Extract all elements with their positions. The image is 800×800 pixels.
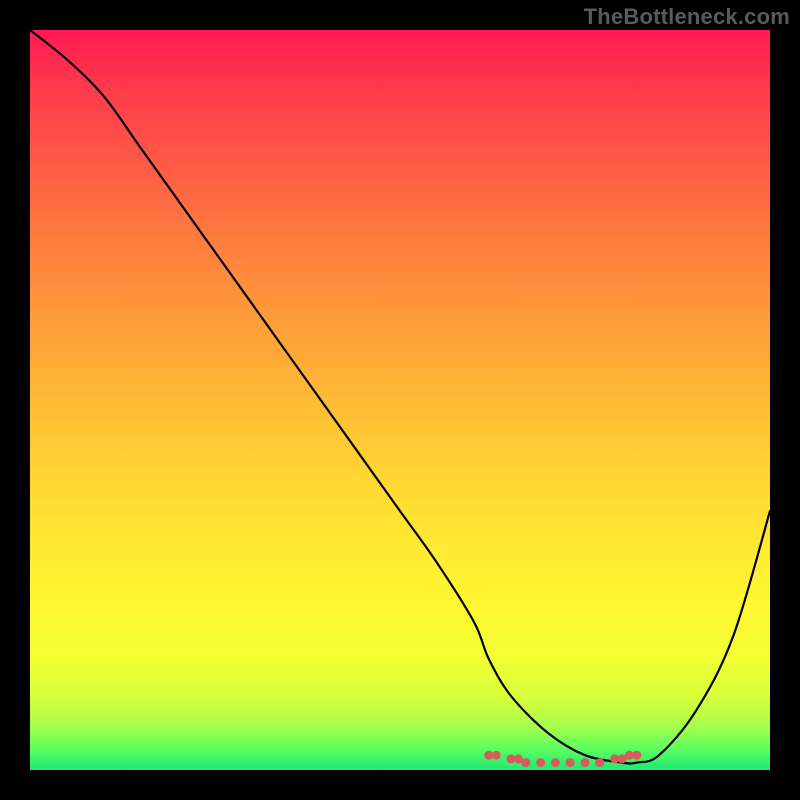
curve-main — [30, 30, 770, 764]
curve-dots — [484, 751, 641, 767]
dot — [566, 758, 575, 767]
dot — [492, 751, 501, 760]
dot — [595, 758, 604, 767]
dot — [581, 758, 590, 767]
dot — [536, 758, 545, 767]
chart-frame: TheBottleneck.com — [0, 0, 800, 800]
curve-svg — [30, 30, 770, 770]
watermark-text: TheBottleneck.com — [584, 4, 790, 30]
dot — [521, 758, 530, 767]
dot — [551, 758, 560, 767]
plot-area — [30, 30, 770, 770]
dot — [632, 751, 641, 760]
